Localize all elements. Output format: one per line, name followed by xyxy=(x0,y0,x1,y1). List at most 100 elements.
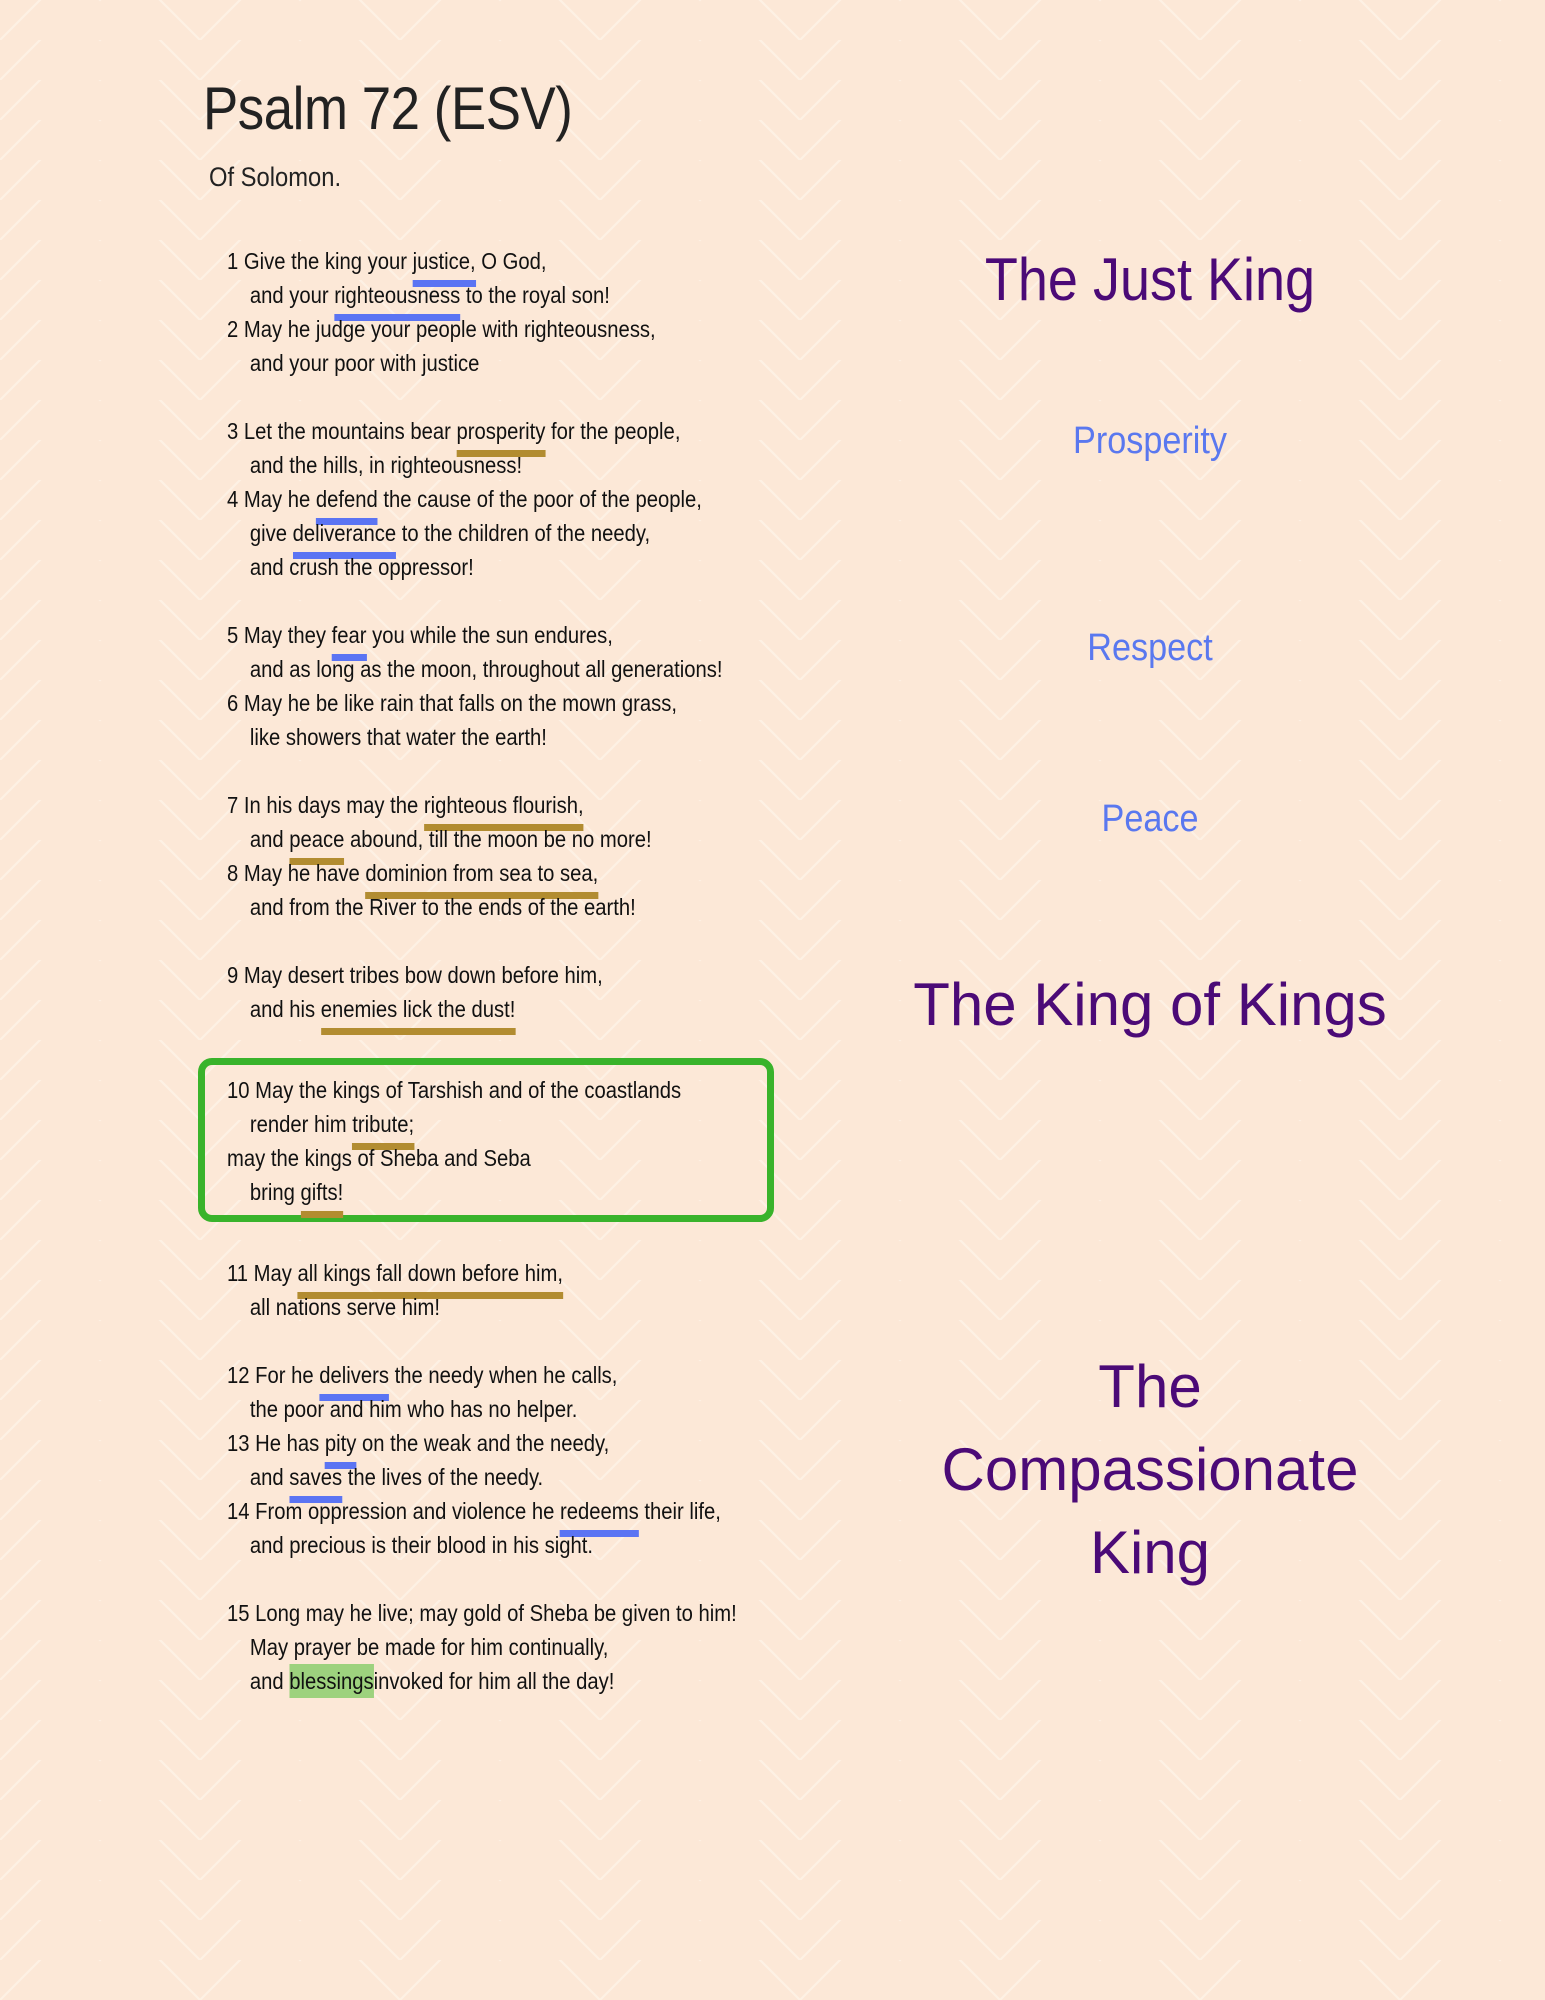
verse-line: and his enemies lick the dust! xyxy=(227,992,825,1035)
verse-text: the needy when he calls, xyxy=(389,1362,618,1388)
verse-text: O God, xyxy=(475,248,547,274)
heading-the-compassionate-king: The Compassionate King xyxy=(900,1345,1400,1594)
heading-line-2: Compassionate xyxy=(941,1436,1359,1503)
underlined-phrase-blue: saves xyxy=(289,1460,343,1503)
verse-line: render him tribute; xyxy=(227,1107,683,1150)
theme-respect: Respect xyxy=(1087,627,1213,669)
verse-text: 10 May the kings of Tarshish and of the … xyxy=(227,1077,682,1103)
underlined-phrase-gold: dominion from sea to sea, xyxy=(365,856,598,899)
verse-text: all nations serve him! xyxy=(249,1294,441,1320)
verse-line: 3 Let the mountains bear prosperity for … xyxy=(227,414,825,457)
heading-line-3: King xyxy=(1089,1519,1211,1586)
underlined-phrase-blue: justice, xyxy=(412,244,476,287)
underlined-phrase-blue: fear xyxy=(331,618,367,661)
verse-line: and blessings invoked for him all the da… xyxy=(227,1664,825,1698)
verse-line: may the kings of Sheba and Seba xyxy=(227,1141,683,1175)
stanza: 5 May they fear you while the sun endure… xyxy=(227,618,907,754)
verse-text: May prayer be made for him continually, xyxy=(249,1634,609,1660)
verse-text: the cause of the poor of the people, xyxy=(377,486,702,512)
verse-text: 2 May he judge your people with righteou… xyxy=(227,316,656,342)
underlined-phrase-gold: enemies lick the dust! xyxy=(320,992,516,1035)
verse-text: 14 From oppression and violence he xyxy=(227,1498,561,1524)
verse-text: and your xyxy=(249,282,335,308)
verse-line: all nations serve him! xyxy=(227,1290,825,1324)
verse-text: invoked for him all the day! xyxy=(373,1668,615,1694)
verse-text: 15 Long may he live; may gold of Sheba b… xyxy=(227,1600,737,1626)
verse-line: 4 May he defend the cause of the poor of… xyxy=(227,482,825,525)
verse-text: for the people, xyxy=(545,418,681,444)
verse-text: and your poor with justice xyxy=(249,350,480,376)
verse-text: and xyxy=(249,1668,290,1694)
verse-text: and precious is their blood in his sight… xyxy=(249,1532,594,1558)
verse-text: and as long as the moon, throughout all … xyxy=(249,656,723,682)
theme-prosperity: Prosperity xyxy=(1073,420,1227,462)
verse-line: and peace abound, till the moon be no mo… xyxy=(227,822,825,865)
verse-text: 3 Let the mountains bear xyxy=(227,418,457,444)
underlined-phrase-gold: tribute; xyxy=(352,1107,415,1150)
verse-text: 7 In his days may the xyxy=(227,792,424,818)
underlined-phrase-blue: deliverance xyxy=(292,516,396,559)
verse-text: the poor and him who has no helper. xyxy=(249,1396,578,1422)
verse-line: May prayer be made for him continually, xyxy=(227,1630,825,1664)
verse-line: and saves the lives of the needy. xyxy=(227,1460,825,1503)
verse-text: 8 May he have xyxy=(227,860,366,886)
verse-text: 4 May he xyxy=(227,486,316,512)
verse-line: and your poor with justice xyxy=(227,346,825,380)
heading-the-just-king: The Just King xyxy=(984,246,1316,313)
stanza: 1 Give the king your justice, O God, and … xyxy=(227,244,907,380)
underlined-phrase-blue: defend xyxy=(315,482,379,525)
underlined-phrase-gold: prosperity xyxy=(456,414,545,457)
underlined-phrase-blue: delivers xyxy=(319,1358,390,1401)
verse-line: 1 Give the king your justice, O God, xyxy=(227,244,825,287)
verse-line: 10 May the kings of Tarshish and of the … xyxy=(227,1073,683,1107)
verse-text: 12 For he xyxy=(227,1362,320,1388)
stanza: 11 May all kings fall down before him, al… xyxy=(227,1256,907,1324)
verse-text: and xyxy=(249,826,290,852)
verse-line: 6 May he be like rain that falls on the … xyxy=(227,686,825,720)
verse-line: and your righteousness to the royal son! xyxy=(227,278,825,321)
verse-line: 13 He has pity on the weak and the needy… xyxy=(227,1426,825,1469)
underlined-phrase-gold: all kings fall down before him, xyxy=(297,1256,563,1299)
verse-line: and from the River to the ends of the ea… xyxy=(227,890,825,924)
verse-line: 14 From oppression and violence he redee… xyxy=(227,1494,825,1537)
verse-text: bring xyxy=(249,1179,301,1205)
verse-line: and as long as the moon, throughout all … xyxy=(227,652,825,686)
verse-text: 5 May they xyxy=(227,622,332,648)
verse-text: 6 May he be like rain that falls on the … xyxy=(227,690,678,716)
theme-peace: Peace xyxy=(1101,798,1199,840)
verse-text: and xyxy=(249,1464,290,1490)
verse-text: give xyxy=(249,520,293,546)
verse-text: 9 May desert tribes bow down before him, xyxy=(227,962,603,988)
page-title: Psalm 72 (ESV) xyxy=(203,75,573,142)
verse-text: on the weak and the needy, xyxy=(356,1430,610,1456)
verse-text: to the children of the needy, xyxy=(396,520,651,546)
underlined-phrase-gold: gifts! xyxy=(300,1175,343,1218)
verse-text: the lives of the needy. xyxy=(342,1464,544,1490)
psalm-text: 1 Give the king your justice, O God, and … xyxy=(198,244,907,1732)
verse-line: give deliverance to the children of the … xyxy=(227,516,825,559)
verse-text: render him xyxy=(249,1111,353,1137)
verse-text: and crush the oppressor! xyxy=(249,554,474,580)
stanza: 9 May desert tribes bow down before him,… xyxy=(227,958,907,1035)
verse-line: 8 May he have dominion from sea to sea, xyxy=(227,856,825,899)
verse-line: bring gifts! xyxy=(227,1175,683,1218)
stanza: 12 For he delivers the needy when he cal… xyxy=(227,1358,907,1562)
highlighted-word: blessings xyxy=(289,1664,374,1698)
heading-the-king-of-kings: The King of Kings xyxy=(913,971,1387,1038)
underlined-phrase-gold: righteous flourish, xyxy=(423,788,584,831)
verse-text: may the kings of Sheba and Seba xyxy=(227,1145,531,1171)
verse-line: like showers that water the earth! xyxy=(227,720,825,754)
stanza: 15 Long may he live; may gold of Sheba b… xyxy=(227,1596,907,1698)
underlined-phrase-gold: peace xyxy=(289,822,344,865)
stanza: 7 In his days may the righteous flourish… xyxy=(227,788,907,924)
verse-line: 7 In his days may the righteous flourish… xyxy=(227,788,825,831)
verse-text: 13 He has xyxy=(227,1430,325,1456)
verse-text: to the royal son! xyxy=(460,282,610,308)
verse-text: their life, xyxy=(638,1498,721,1524)
heading-line-1: The xyxy=(1098,1353,1202,1420)
verse-line: and the hills, in righteousness! xyxy=(227,448,825,482)
stanza: 3 Let the mountains bear prosperity for … xyxy=(227,414,907,584)
verse-text: abound, till the moon be no more! xyxy=(344,826,652,852)
verse-line: the poor and him who has no helper. xyxy=(227,1392,825,1426)
verse-line: 5 May they fear you while the sun endure… xyxy=(227,618,825,661)
